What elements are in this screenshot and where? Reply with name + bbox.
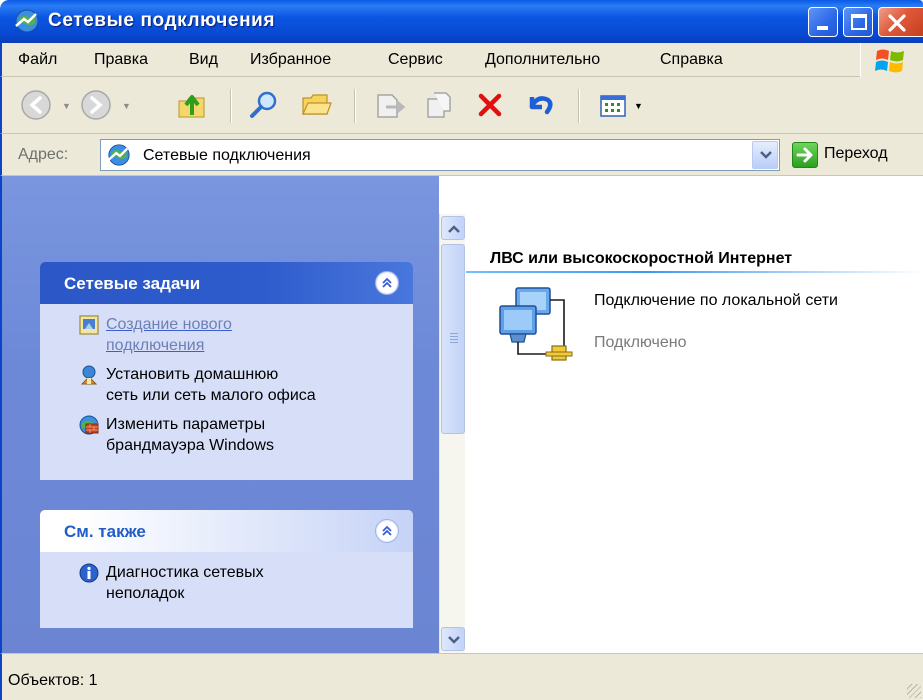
address-input[interactable]: Сетевые подключения (100, 139, 780, 171)
views-button[interactable] (596, 87, 632, 123)
back-icon (21, 90, 51, 120)
go-button[interactable]: Переход (790, 140, 923, 170)
back-dropdown-icon[interactable]: ▼ (62, 101, 72, 111)
see-also-panel: См. также Диагностика сетевых неполадок (40, 510, 413, 628)
connection-status: Подключено (594, 334, 687, 351)
go-label: Переход (824, 145, 888, 162)
copy-to-icon (427, 92, 451, 118)
network-connections-icon (108, 144, 130, 166)
firewall-icon (79, 415, 99, 435)
menu-view[interactable]: Вид (189, 51, 218, 69)
network-tasks-title: Сетевые задачи (64, 274, 201, 293)
menu-favorites[interactable]: Избранное (250, 51, 331, 69)
see-also-title: См. также (64, 522, 146, 541)
forward-dropdown-icon[interactable]: ▼ (122, 101, 132, 111)
task-diagnose-network[interactable]: Диагностика сетевых неполадок (40, 562, 413, 604)
task-create-connection[interactable]: Создание нового подключения (40, 314, 413, 356)
windows-logo (860, 43, 923, 77)
task-pane: Сетевые задачи Создание нового подключен… (0, 176, 439, 653)
title-bar[interactable]: Сетевые подключения (0, 0, 923, 43)
window-title: Сетевые подключения (48, 10, 276, 31)
go-arrow-icon (792, 142, 818, 168)
address-dropdown-button[interactable] (752, 141, 778, 169)
address-value: Сетевые подключения (143, 147, 311, 164)
windows-flag-icon (875, 49, 904, 73)
group-divider (466, 271, 923, 273)
toolbar-separator (230, 89, 232, 123)
chevron-down-icon (448, 636, 460, 644)
menu-advanced[interactable]: Дополнительно (485, 51, 600, 69)
close-icon (888, 14, 906, 32)
undo-icon (529, 96, 553, 115)
folders-button[interactable] (298, 87, 334, 123)
maximize-button[interactable] (843, 7, 873, 37)
scroll-up-button[interactable] (441, 216, 465, 240)
menu-bar: Файл Правка Вид Избранное Сервис Дополни… (0, 43, 923, 77)
task-home-network[interactable]: Установить домашнюю сеть или сеть малого… (40, 364, 413, 406)
collapse-button[interactable] (375, 519, 399, 543)
close-button[interactable] (878, 7, 923, 37)
double-chevron-up-icon (382, 277, 392, 288)
toolbar-separator (354, 89, 356, 123)
home-network-icon (80, 365, 98, 385)
toolbar: ▼ ▼ ▼ (0, 77, 923, 134)
folders-icon (302, 94, 332, 115)
resize-grip[interactable] (907, 684, 921, 698)
task-firewall[interactable]: Изменить параметры брандмауэра Windows (40, 414, 413, 456)
network-connections-icon (15, 9, 39, 33)
search-icon (250, 91, 277, 118)
chevron-up-icon (448, 225, 460, 233)
move-to-icon (377, 94, 406, 118)
info-icon (79, 563, 99, 583)
status-bar: Объектов: 1 (0, 653, 923, 700)
status-text: Объектов: 1 (8, 672, 98, 689)
connection-name[interactable]: Подключение по локальной сети (594, 290, 894, 311)
views-icon (600, 95, 626, 117)
menu-help[interactable]: Справка (660, 51, 723, 69)
new-connection-icon (79, 315, 99, 335)
local-area-connection-icon[interactable] (494, 284, 590, 368)
copy-to-button[interactable] (422, 87, 458, 123)
up-button[interactable] (174, 87, 210, 123)
forward-icon (81, 90, 111, 120)
move-to-button[interactable] (372, 87, 408, 123)
chevron-down-icon (760, 151, 772, 159)
up-folder-icon (178, 95, 205, 118)
scrollbar-top-gap (439, 176, 465, 214)
address-bar: Адрес: Сетевые подключения Переход (0, 134, 923, 176)
scroll-down-button[interactable] (441, 627, 465, 651)
network-tasks-header[interactable]: Сетевые задачи (40, 262, 413, 304)
see-also-body: Диагностика сетевых неполадок (40, 552, 413, 628)
toolbar-separator (578, 89, 580, 123)
see-also-header[interactable]: См. также (40, 510, 413, 552)
content-pane: ЛВС или высокоскоростной Интернет Подклю… (466, 176, 923, 653)
group-header: ЛВС или высокоскоростной Интернет (490, 250, 793, 267)
collapse-button[interactable] (375, 271, 399, 295)
search-button[interactable] (246, 87, 282, 123)
forward-button[interactable] (78, 87, 114, 123)
scroll-grip (450, 333, 458, 343)
menu-file[interactable]: Файл (18, 51, 57, 69)
scroll-thumb[interactable] (441, 244, 465, 434)
menu-tools[interactable]: Сервис (388, 51, 443, 69)
delete-icon (478, 93, 502, 117)
network-tasks-panel: Сетевые задачи Создание нового подключен… (40, 262, 413, 480)
double-chevron-up-icon (382, 525, 392, 536)
address-label: Адрес: (18, 146, 69, 163)
views-dropdown-icon[interactable]: ▼ (634, 101, 644, 111)
menu-edit[interactable]: Правка (94, 51, 148, 69)
undo-button[interactable] (522, 87, 558, 123)
minimize-button[interactable] (808, 7, 838, 37)
back-button[interactable] (18, 87, 54, 123)
delete-button[interactable] (472, 87, 508, 123)
vertical-scrollbar[interactable] (439, 214, 465, 653)
network-tasks-body: Создание нового подключения Установить д… (40, 304, 413, 480)
